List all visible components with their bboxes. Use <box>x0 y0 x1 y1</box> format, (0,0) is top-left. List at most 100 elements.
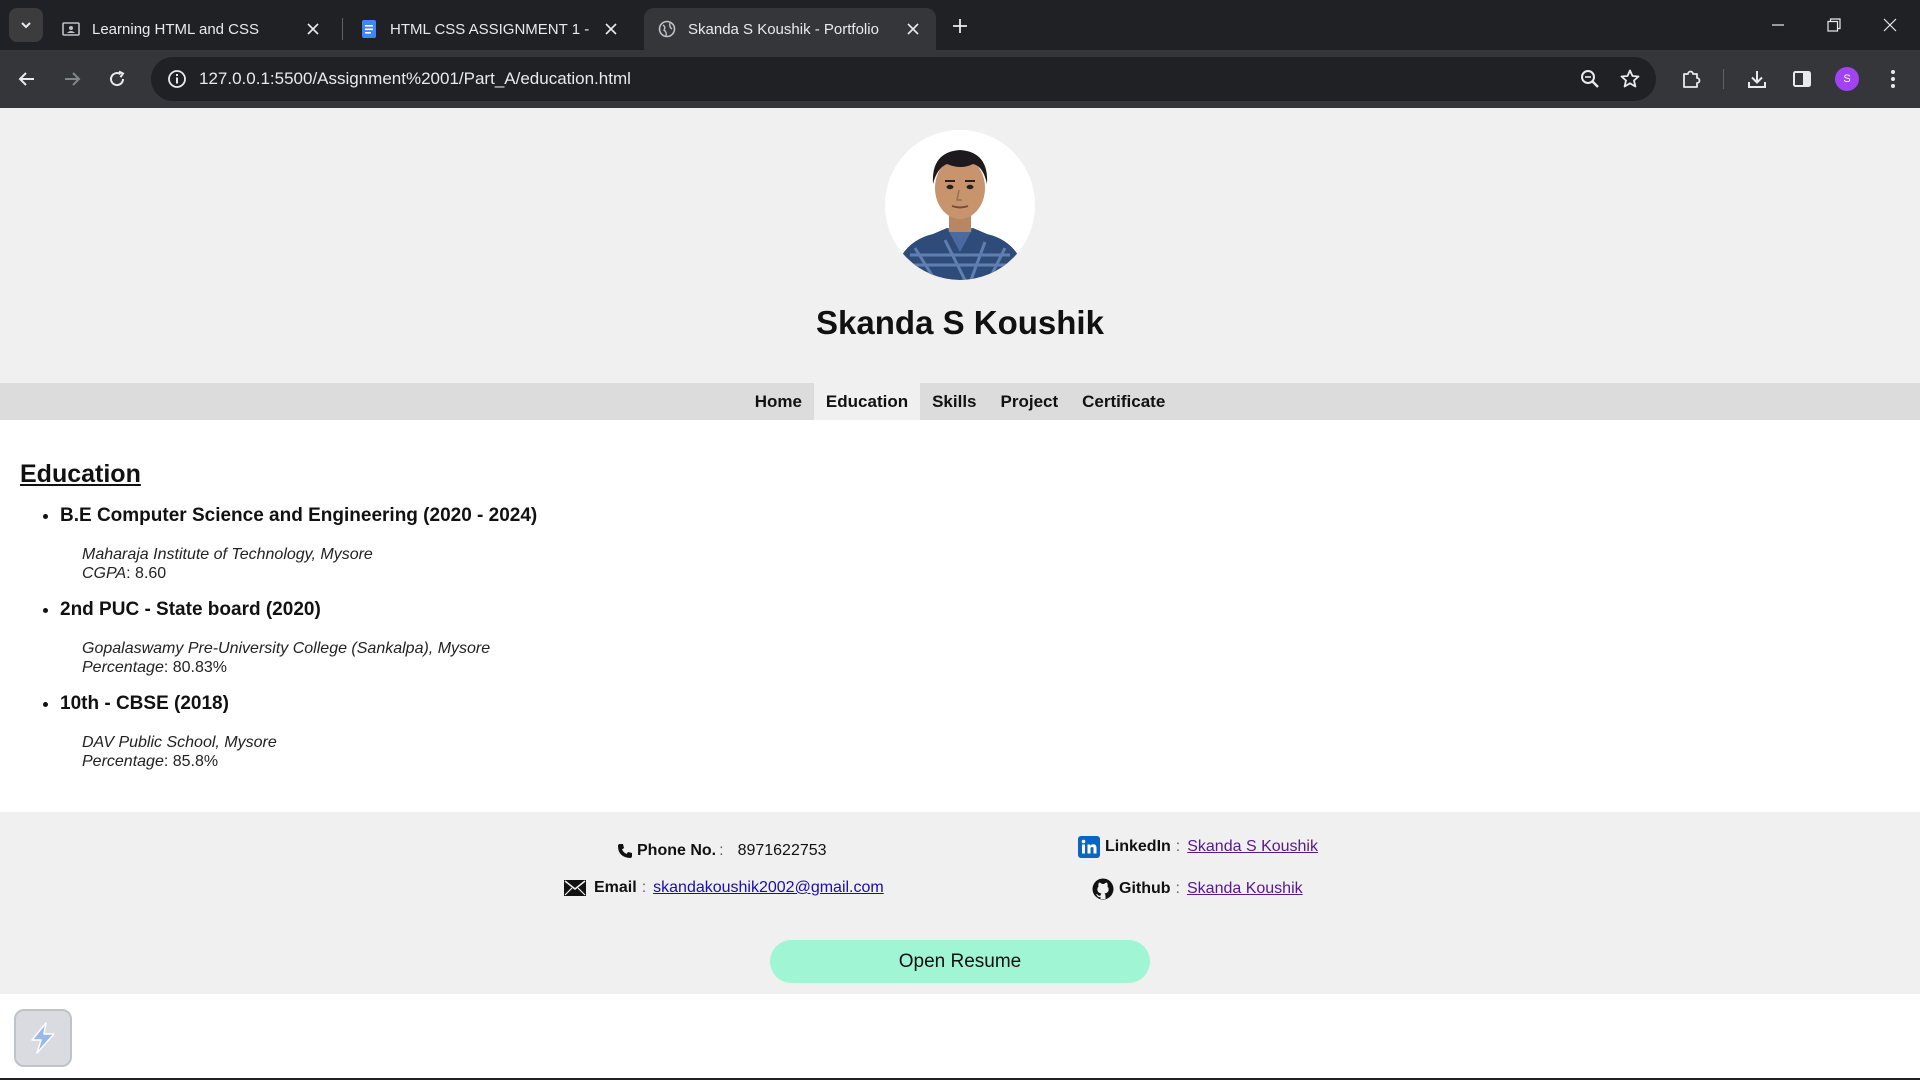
side-panel-button[interactable] <box>1786 63 1818 95</box>
nav-home[interactable]: Home <box>743 383 814 420</box>
page-title: Skanda S Koushik <box>816 304 1104 341</box>
close-icon[interactable] <box>304 20 322 38</box>
education-title: 10th - CBSE (2018) <box>60 693 229 714</box>
phone-separator: : <box>719 842 724 859</box>
nav-certificate[interactable]: Certificate <box>1070 383 1177 420</box>
forward-button[interactable] <box>56 63 88 95</box>
nav-skills[interactable]: Skills <box>920 383 988 420</box>
score-label: Percentage <box>82 659 164 676</box>
tab-assignment-doc[interactable]: HTML CSS ASSIGNMENT 1 - Go <box>346 8 634 50</box>
zoom-icon[interactable] <box>1570 69 1610 89</box>
score-value: 85.8% <box>172 753 219 770</box>
close-icon[interactable] <box>904 20 922 38</box>
email-separator: : <box>641 879 647 896</box>
list-item: 2nd PUC - State board (2020) Gopalaswamy… <box>60 599 1900 677</box>
docs-icon <box>360 20 378 38</box>
education-detail: Maharaja Institute of Technology, Mysore… <box>82 546 373 582</box>
list-item: B.E Computer Science and Engineering (20… <box>60 505 1900 583</box>
downloads-button[interactable] <box>1741 63 1773 95</box>
chevron-down-icon <box>21 22 31 29</box>
institution: Maharaja Institute of Technology, Mysore <box>82 546 373 563</box>
floating-extension-button[interactable] <box>14 1009 72 1067</box>
new-tab-button[interactable] <box>946 12 974 40</box>
plus-icon <box>953 19 967 33</box>
tab-title: HTML CSS ASSIGNMENT 1 - Go <box>390 20 594 38</box>
institution: Gopalaswamy Pre-University College (Sank… <box>82 640 491 657</box>
close-window-button[interactable] <box>1862 0 1918 50</box>
github-link[interactable]: Skanda Koushik <box>1187 880 1303 898</box>
score-value: 80.83% <box>172 659 227 676</box>
close-icon[interactable] <box>602 20 620 38</box>
email-row: Email : skandakoushik2002@gmail.com <box>564 879 884 897</box>
restore-icon <box>1827 18 1841 32</box>
linkedin-label: LinkedIn <box>1105 838 1171 855</box>
restore-button[interactable] <box>1806 0 1862 50</box>
email-label: Email <box>594 879 637 896</box>
education-detail: Gopalaswamy Pre-University College (Sank… <box>82 640 491 676</box>
github-separator: : <box>1175 880 1180 897</box>
education-section: Education B.E Computer Science and Engin… <box>0 420 1920 812</box>
arrow-left-icon <box>18 72 34 86</box>
linkedin-separator: : <box>1175 838 1181 855</box>
section-heading: Education <box>20 460 141 488</box>
github-icon <box>1092 878 1114 900</box>
side-panel-icon <box>1793 71 1811 87</box>
education-list: B.E Computer Science and Engineering (20… <box>60 505 1900 771</box>
list-item: 10th - CBSE (2018) DAV Public School, My… <box>60 693 1900 771</box>
education-title: 2nd PUC - State board (2020) <box>60 599 321 620</box>
puzzle-icon <box>1683 70 1701 88</box>
avatar: S <box>1835 67 1859 91</box>
menu-button[interactable] <box>1877 63 1909 95</box>
score-label: CGPA <box>82 565 127 582</box>
reload-button[interactable] <box>101 63 133 95</box>
site-info-icon[interactable] <box>157 69 197 89</box>
page-header: Skanda S Koushik <box>0 108 1920 383</box>
profile-button[interactable]: S <box>1831 63 1863 95</box>
education-detail: DAV Public School, Mysore Percentage: 85… <box>82 734 277 770</box>
globe-icon <box>658 20 676 38</box>
main-nav: Home Education Skills Project Certificat… <box>0 383 1920 420</box>
score-value: 8.60 <box>135 565 167 582</box>
tab-strip: Learning HTML and CSS HTML CSS ASSIGNMEN… <box>0 0 1920 50</box>
tab-title: Learning HTML and CSS <box>92 20 260 38</box>
linkedin-link[interactable]: Skanda S Koushik <box>1187 838 1318 856</box>
institution: DAV Public School, Mysore <box>82 734 277 751</box>
url-text[interactable]: 127.0.0.1:5500/Assignment%2001/Part_A/ed… <box>199 69 1570 89</box>
minimize-button[interactable] <box>1750 0 1806 50</box>
nav-education[interactable]: Education <box>813 383 921 420</box>
phone-number: 8971622753 <box>737 842 827 859</box>
classroom-icon <box>62 20 80 38</box>
linkedin-row: LinkedIn : Skanda S Koushik <box>1078 836 1318 858</box>
envelope-icon <box>564 880 586 896</box>
phone-icon <box>618 844 632 858</box>
score-label: Percentage <box>82 753 164 770</box>
phone-row: Phone No. : 8971622753 <box>617 842 827 860</box>
lightning-icon <box>31 1022 55 1054</box>
address-bar[interactable]: 127.0.0.1:5500/Assignment%2001/Part_A/ed… <box>151 57 1656 101</box>
phone-label: Phone No. <box>637 842 717 859</box>
tab-learning-html[interactable]: Learning HTML and CSS <box>48 8 336 50</box>
tab-title: Skanda S Koushik - Portfolio <box>688 20 879 38</box>
arrow-right-icon <box>65 72 81 86</box>
portfolio-page: Skanda S Koushik Home Education Skills P… <box>0 108 1920 1080</box>
tab-search-button[interactable] <box>9 8 43 42</box>
contact-footer: Phone No. : 8971622753 Email : skandakou… <box>0 812 1920 994</box>
github-row: Github : Skanda Koushik <box>1092 878 1303 900</box>
linkedin-icon <box>1078 836 1100 858</box>
reload-icon <box>110 70 125 87</box>
browser-toolbar: 127.0.0.1:5500/Assignment%2001/Part_A/ed… <box>0 50 1920 108</box>
toolbar-divider <box>1723 69 1724 89</box>
tab-divider <box>342 18 343 40</box>
profile-photo <box>885 130 1035 280</box>
open-resume-button[interactable]: Open Resume <box>770 940 1150 983</box>
minimize-icon <box>1772 24 1784 26</box>
extensions-button[interactable] <box>1675 63 1707 95</box>
bookmark-star-icon[interactable] <box>1610 69 1650 89</box>
github-label: Github <box>1119 880 1171 897</box>
tab-portfolio[interactable]: Skanda S Koushik - Portfolio <box>644 8 936 50</box>
email-link[interactable]: skandakoushik2002@gmail.com <box>653 879 884 897</box>
more-vert-icon <box>1891 70 1895 88</box>
nav-project[interactable]: Project <box>989 383 1071 420</box>
close-icon <box>1883 18 1897 32</box>
back-button[interactable] <box>11 63 43 95</box>
